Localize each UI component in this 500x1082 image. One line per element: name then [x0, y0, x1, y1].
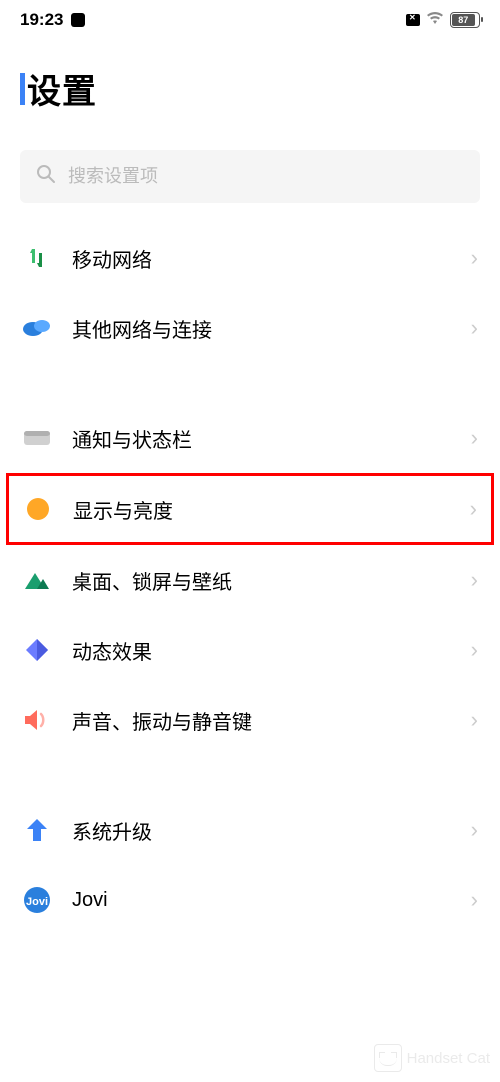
- search-box[interactable]: [20, 150, 480, 203]
- settings-item-display-brightness[interactable]: 显示与亮度 ›: [6, 473, 494, 545]
- settings-item-system-upgrade[interactable]: 系统升级 ›: [0, 795, 500, 865]
- title-accent-bar: [20, 73, 25, 105]
- item-label: 系统升级: [72, 816, 451, 845]
- watermark: Handset Cat: [374, 1044, 490, 1072]
- watermark-text: Handset Cat: [407, 1050, 490, 1067]
- chevron-right-icon: ›: [471, 887, 478, 913]
- sim-icon: [406, 14, 420, 26]
- status-left: 19:23: [20, 10, 85, 30]
- page-header: 设置: [0, 36, 500, 118]
- chevron-right-icon: ›: [471, 817, 478, 843]
- svg-text:Jovi: Jovi: [26, 896, 48, 908]
- chevron-right-icon: ›: [471, 245, 478, 271]
- chevron-right-icon: ›: [471, 637, 478, 663]
- chevron-right-icon: ›: [471, 707, 478, 733]
- search-icon: [36, 164, 56, 189]
- jovi-icon: Jovi: [22, 885, 52, 915]
- battery-icon: 87: [450, 12, 480, 28]
- chevron-right-icon: ›: [470, 496, 477, 522]
- settings-item-other-connections[interactable]: 其他网络与连接 ›: [0, 293, 500, 363]
- wifi-icon: [426, 11, 444, 29]
- notification-icon: [71, 13, 85, 27]
- settings-item-notification-status[interactable]: 通知与状态栏 ›: [0, 403, 500, 473]
- chevron-right-icon: ›: [471, 425, 478, 451]
- settings-item-jovi[interactable]: Jovi Jovi ›: [0, 865, 500, 935]
- watermark-cat-icon: [374, 1044, 402, 1072]
- notification-status-icon: [22, 423, 52, 453]
- connections-icon: [22, 313, 52, 343]
- chevron-right-icon: ›: [471, 567, 478, 593]
- dynamic-effects-icon: [22, 635, 52, 665]
- sound-icon: [22, 705, 52, 735]
- item-label: 动态效果: [72, 636, 451, 665]
- status-bar: 19:23 87: [0, 0, 500, 36]
- wallpaper-icon: [22, 565, 52, 595]
- settings-item-desktop-lock-wallpaper[interactable]: 桌面、锁屏与壁纸 ›: [0, 545, 500, 615]
- page-title: 设置: [27, 64, 97, 113]
- item-label: 声音、振动与静音键: [72, 706, 451, 735]
- system-upgrade-icon: [22, 815, 52, 845]
- chevron-right-icon: ›: [471, 315, 478, 341]
- item-label: Jovi: [72, 889, 451, 912]
- item-label: 移动网络: [72, 244, 451, 273]
- status-time: 19:23: [20, 10, 63, 30]
- item-label: 桌面、锁屏与壁纸: [72, 566, 451, 595]
- search-input[interactable]: [68, 166, 464, 187]
- item-label: 通知与状态栏: [72, 424, 451, 453]
- settings-item-sound-vibration[interactable]: 声音、振动与静音键 ›: [0, 685, 500, 755]
- mobile-network-icon: [22, 243, 52, 273]
- item-label: 显示与亮度: [73, 495, 450, 524]
- brightness-icon: [23, 494, 53, 524]
- battery-level: 87: [458, 15, 468, 25]
- item-label: 其他网络与连接: [72, 314, 451, 343]
- settings-item-mobile-network[interactable]: 移动网络 ›: [0, 223, 500, 293]
- status-right: 87: [406, 11, 480, 29]
- settings-list: 移动网络 › 其他网络与连接 › 通知与状态栏 › 显示与亮度 › 桌面、锁屏与…: [0, 213, 500, 935]
- settings-item-dynamic-effects[interactable]: 动态效果 ›: [0, 615, 500, 685]
